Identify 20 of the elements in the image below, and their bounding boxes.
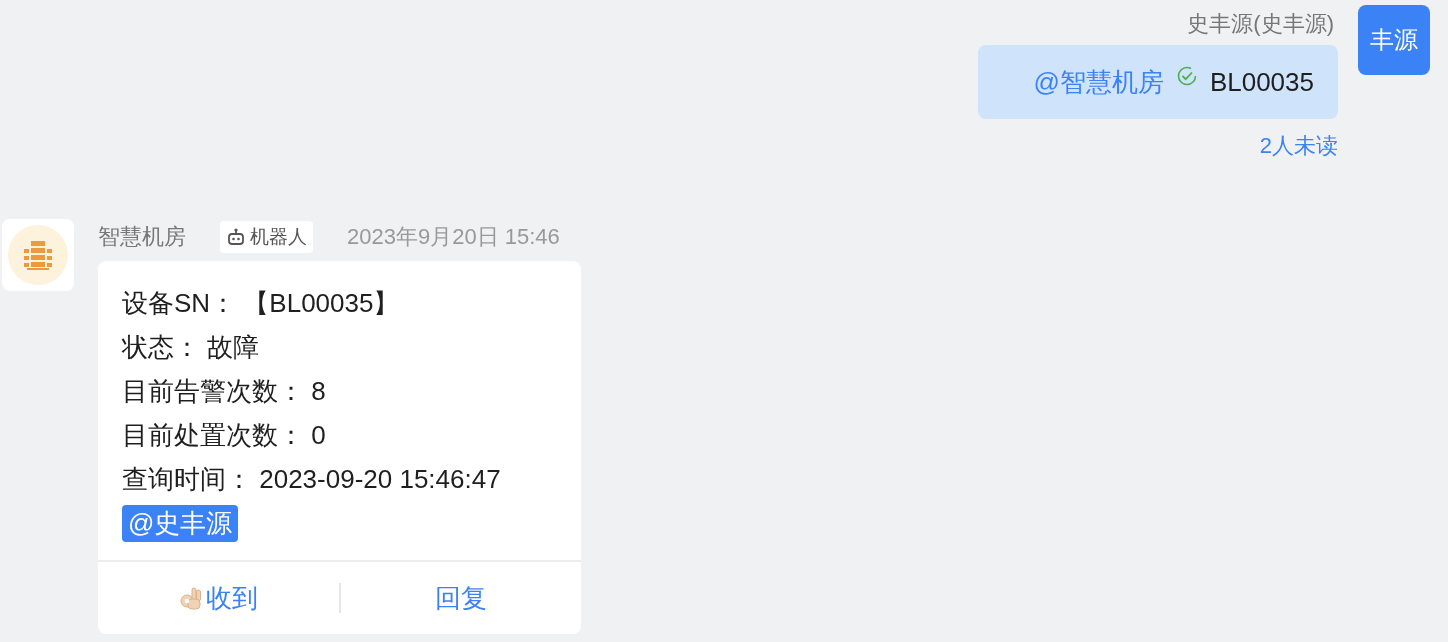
bot-avatar[interactable]	[2, 219, 74, 291]
timestamp: 2023年9月20日 15:46	[347, 223, 560, 251]
check-icon	[1175, 65, 1198, 87]
acknowledge-button[interactable]: 收到	[98, 579, 339, 617]
mention-tag[interactable]: @史丰源	[122, 505, 239, 542]
card-line: 目前告警次数： 8	[122, 375, 326, 408]
sender-name: 史丰源(史丰源)	[1187, 10, 1334, 38]
card-line: 目前处置次数： 0	[122, 419, 326, 452]
robot-icon	[226, 227, 246, 247]
mention-link[interactable]: @智慧机房	[1033, 64, 1164, 100]
sender-name: 智慧机房	[98, 223, 186, 251]
server-icon	[7, 224, 69, 286]
read-status[interactable]: 2人未读	[1259, 131, 1338, 161]
user-avatar[interactable]: 丰源	[1358, 5, 1430, 75]
card-line: 状态： 故障	[122, 331, 260, 364]
reply-button[interactable]: 回复	[340, 579, 581, 617]
message-text: BL00035	[1209, 66, 1314, 98]
card-line: 设备SN： 【BL00035】	[122, 287, 400, 320]
tag-label: 机器人	[250, 225, 307, 249]
card-line: 查询时间： 2023-09-20 15:46:47	[122, 463, 501, 496]
